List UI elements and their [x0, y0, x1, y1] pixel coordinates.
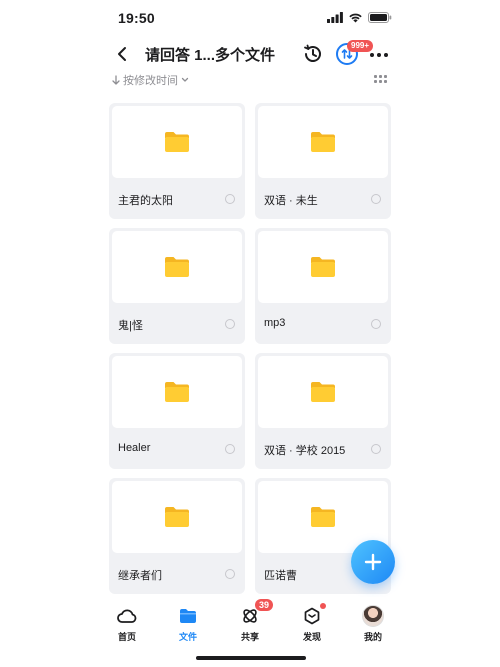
more-horizontal-icon: [384, 53, 388, 57]
tab-label: 我的: [363, 632, 382, 642]
tab-label: 文件: [178, 632, 197, 642]
battery-icon: [368, 12, 392, 23]
select-radio[interactable]: [225, 194, 235, 204]
folder-name: Healer: [118, 442, 151, 454]
folder-thumbnail: [112, 106, 242, 178]
avatar: [362, 605, 384, 627]
folder-grid: 主君的太阳 双语 · 未生 鬼|怪 mp3 Healer 双语 · 学校 201…: [109, 103, 391, 594]
status-time: 19:50: [118, 10, 155, 26]
discover-dot: [320, 603, 326, 609]
select-radio[interactable]: [225, 569, 235, 579]
select-radio[interactable]: [371, 444, 381, 454]
folder-name: 双语 · 学校 2015: [264, 445, 346, 457]
tab-label: 首页: [117, 632, 136, 642]
folder-card[interactable]: 双语 · 学校 2015: [255, 353, 391, 469]
sort-label: 按修改时间: [123, 75, 178, 87]
folder-name: 双语 · 未生: [264, 195, 318, 207]
tab-label: 发现: [302, 632, 321, 642]
folder-icon: [165, 507, 189, 527]
select-radio[interactable]: [225, 444, 235, 454]
select-radio[interactable]: [371, 194, 381, 204]
add-button[interactable]: [351, 540, 395, 584]
more-horizontal-icon: [370, 53, 374, 57]
folder-thumbnail: [258, 231, 388, 303]
folder-icon: [165, 132, 189, 152]
plus-icon: [364, 553, 382, 571]
transfer-badge: 999+: [347, 40, 374, 52]
folder-tab-icon: [180, 609, 196, 623]
status-icons: [327, 12, 392, 23]
folder-thumbnail: [258, 106, 388, 178]
cloud-icon: [117, 609, 137, 623]
back-button[interactable]: [112, 42, 132, 66]
wifi-icon: [349, 13, 362, 23]
chevron-left-icon: [118, 47, 126, 61]
history-icon: [304, 44, 321, 62]
folder-card[interactable]: 主君的太阳: [109, 103, 245, 219]
select-radio[interactable]: [371, 319, 381, 329]
chevron-down-icon: [181, 77, 189, 82]
history-button[interactable]: [302, 43, 324, 65]
signal-icon: [327, 12, 343, 23]
folder-card[interactable]: 鬼|怪: [109, 228, 245, 344]
folder-thumbnail: [112, 356, 242, 428]
arrow-down-icon: [112, 75, 120, 85]
folder-icon: [311, 132, 335, 152]
folder-card[interactable]: Healer: [109, 353, 245, 469]
folder-card[interactable]: 双语 · 未生: [255, 103, 391, 219]
discover-icon: [304, 607, 320, 625]
sort-button[interactable]: 按修改时间: [112, 72, 189, 88]
tab-share[interactable]: 39 共享: [230, 599, 274, 643]
folder-icon: [311, 507, 335, 527]
tab-discover[interactable]: 发现: [292, 603, 332, 643]
folder-name: 匹诺曹: [264, 570, 297, 582]
sort-row: 按修改时间: [0, 72, 500, 90]
tab-bar: 首页 文件 39 共享 发现 我的: [0, 597, 500, 647]
folder-thumbnail: [258, 356, 388, 428]
status-bar: 19:50: [0, 0, 500, 36]
folder-icon: [311, 257, 335, 277]
folder-name: mp3: [264, 317, 286, 329]
tab-me[interactable]: 我的: [353, 605, 393, 643]
more-button[interactable]: [370, 53, 388, 57]
folder-icon: [311, 382, 335, 402]
folder-thumbnail: [112, 481, 242, 553]
folder-card[interactable]: mp3: [255, 228, 391, 344]
folder-icon: [165, 257, 189, 277]
select-radio[interactable]: [225, 319, 235, 329]
page-title: 请回答 1...多个文件: [145, 47, 276, 64]
tab-label: 共享: [240, 632, 259, 642]
header: 请回答 1...多个文件 999+: [0, 36, 500, 72]
folder-name: 继承者们: [118, 570, 162, 582]
grid-view-icon[interactable]: [374, 75, 388, 87]
more-horizontal-icon: [377, 53, 381, 57]
folder-name: 主君的太阳: [118, 195, 173, 207]
tab-files[interactable]: 文件: [168, 605, 208, 643]
home-indicator: [196, 656, 306, 660]
folder-name: 鬼|怪: [118, 320, 143, 332]
folder-card[interactable]: 继承者们: [109, 478, 245, 594]
folder-thumbnail: [112, 231, 242, 303]
tab-home[interactable]: 首页: [107, 605, 147, 643]
share-badge: 39: [255, 599, 274, 611]
folder-icon: [165, 382, 189, 402]
